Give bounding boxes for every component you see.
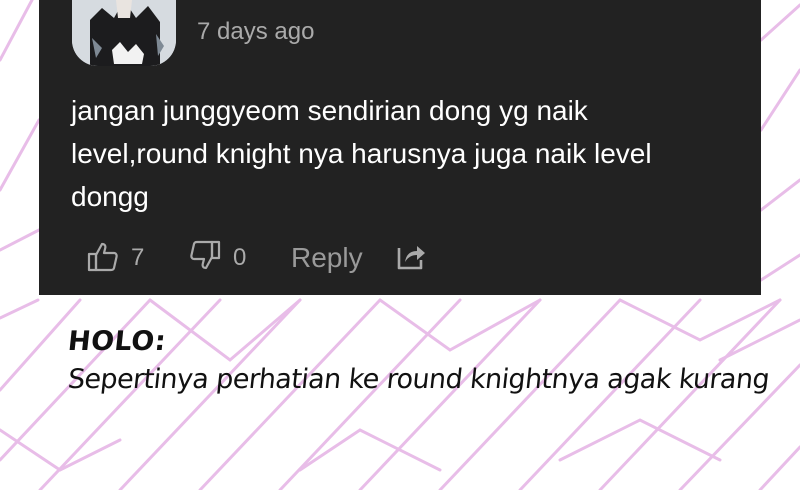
- thumbs-up-icon: [87, 240, 119, 277]
- share-icon: [395, 240, 427, 277]
- like-count: 7: [131, 244, 145, 271]
- avatar[interactable]: [72, 0, 176, 66]
- caption-speaker: HOLO:: [66, 326, 168, 357]
- dislike-button[interactable]: 0: [189, 238, 246, 278]
- comment-timestamp: 7 days ago: [197, 18, 315, 45]
- thumbs-down-icon: [189, 240, 221, 277]
- reply-button[interactable]: Reply: [291, 238, 363, 278]
- share-button[interactable]: [395, 238, 427, 278]
- like-button[interactable]: 7: [87, 238, 144, 278]
- dislike-count: 0: [233, 244, 247, 271]
- caption-text: Sepertinya perhatian ke round knightnya …: [66, 364, 771, 395]
- comment-text: jangan junggyeom sendirian dong yg naik …: [71, 95, 652, 212]
- comment-card: 7 days ago jangan junggyeom sendirian do…: [39, 0, 761, 295]
